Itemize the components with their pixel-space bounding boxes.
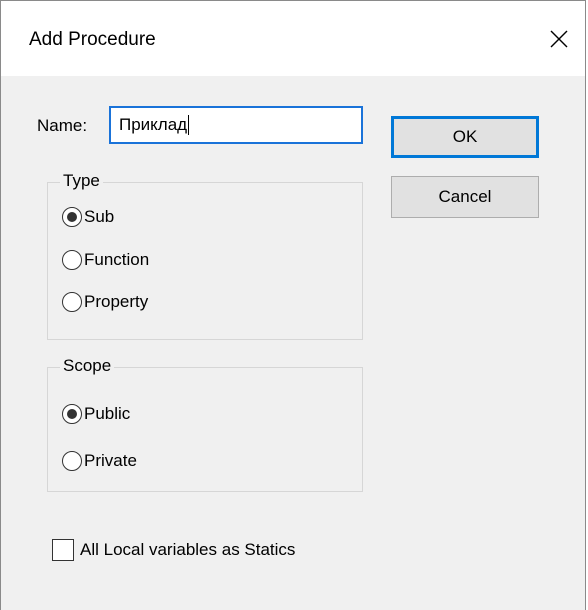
name-label: Name: — [37, 116, 88, 135]
scope-option-public[interactable]: Public — [62, 404, 130, 424]
type-option-sub[interactable]: Sub — [62, 207, 114, 227]
name-input-value: Приклад — [119, 115, 188, 134]
ok-button-label: OK — [452, 127, 478, 146]
dialog-title: Add Procedure — [29, 29, 156, 50]
radio-public[interactable] — [62, 404, 82, 424]
close-button[interactable] — [539, 19, 579, 59]
radio-function[interactable] — [62, 250, 82, 270]
radio-private-label: Private — [84, 451, 137, 470]
type-option-function[interactable]: Function — [62, 250, 149, 270]
add-procedure-dialog: Add Procedure Name: Приклад OK Cancel Ty… — [0, 0, 586, 610]
scope-option-private[interactable]: Private — [62, 451, 137, 471]
statics-checkbox[interactable] — [52, 539, 74, 561]
title-bar[interactable]: Add Procedure — [1, 0, 585, 76]
statics-checkbox-row[interactable]: All Local variables as Statics — [52, 539, 295, 561]
scope-group-label: Scope — [60, 356, 115, 376]
type-option-property[interactable]: Property — [62, 292, 148, 312]
radio-private[interactable] — [62, 451, 82, 471]
radio-property-label: Property — [84, 292, 149, 311]
ok-button[interactable]: OK — [391, 116, 539, 158]
radio-public-label: Public — [84, 404, 131, 423]
cancel-button-label: Cancel — [438, 187, 492, 206]
radio-sub-label: Sub — [84, 207, 115, 226]
radio-function-label: Function — [84, 250, 150, 269]
text-caret — [188, 115, 190, 135]
name-input[interactable]: Приклад — [109, 106, 363, 144]
statics-checkbox-label: All Local variables as Statics — [80, 540, 296, 559]
radio-property[interactable] — [62, 292, 82, 312]
scope-groupbox: Scope — [47, 356, 363, 492]
close-icon — [550, 30, 568, 48]
radio-sub[interactable] — [62, 207, 82, 227]
cancel-button[interactable]: Cancel — [391, 176, 539, 218]
type-group-label: Type — [60, 171, 103, 191]
